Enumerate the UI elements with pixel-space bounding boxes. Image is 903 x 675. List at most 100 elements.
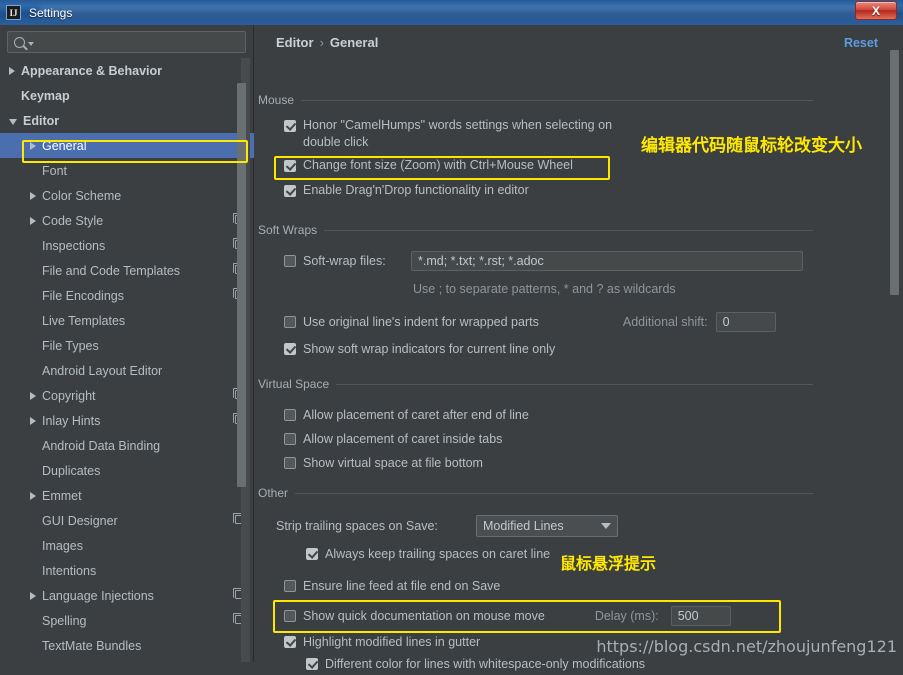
checkbox-soft-wrap-files[interactable] [284, 255, 296, 267]
search-input[interactable] [39, 35, 239, 49]
sidebar-item-label: File Types [42, 339, 99, 353]
sidebar-item-inlay-hints[interactable]: Inlay Hints [0, 408, 254, 433]
label-delay: Delay (ms): [595, 608, 659, 625]
row-caret-inside-tabs[interactable]: Allow placement of caret inside tabs [284, 427, 903, 451]
label-keep-trailing-caret: Always keep trailing spaces on caret lin… [325, 546, 550, 563]
chevron-right-icon[interactable] [30, 217, 36, 225]
row-ensure-line-feed[interactable]: Ensure line feed at file end on Save [276, 575, 903, 597]
checkbox-caret-after-eol[interactable] [284, 409, 296, 421]
sidebar-item-general[interactable]: General [0, 133, 254, 158]
divider [324, 230, 813, 231]
sidebar-item-label: Language Injections [42, 589, 154, 603]
row-use-original-indent[interactable]: Use original line's indent for wrapped p… [284, 310, 903, 334]
sidebar-item-android-data-binding[interactable]: Android Data Binding [0, 433, 254, 458]
chevron-right-icon[interactable] [30, 492, 36, 500]
checkbox-change-font-size[interactable] [284, 160, 296, 172]
chevron-right-icon[interactable] [30, 592, 36, 600]
row-quick-documentation[interactable]: Show quick documentation on mouse move D… [276, 603, 903, 629]
chevron-right-icon[interactable] [30, 392, 36, 400]
checkbox-keep-trailing-caret[interactable] [306, 548, 318, 560]
reset-button[interactable]: Reset [844, 36, 878, 50]
checkbox-row-change-font-size[interactable]: Change font size (Zoom) with Ctrl+Mouse … [284, 157, 903, 179]
settings-tree[interactable]: Appearance & Behavior Keymap EditorGeneral… [0, 58, 254, 662]
sidebar-item-label: Appearance & Behavior [21, 64, 162, 78]
soft-wrap-files-input[interactable] [411, 251, 803, 271]
divider [336, 384, 813, 385]
group-virtual-space-header: Virtual Space [254, 377, 903, 391]
search-box[interactable] [7, 31, 246, 53]
sidebar-item-images[interactable]: Images [0, 533, 254, 558]
group-soft-wraps: Soft Wraps Soft-wrap files: Use ; to sep… [254, 223, 903, 360]
strip-trailing-dropdown[interactable]: Modified Lines [476, 515, 618, 537]
row-strip-trailing[interactable]: Strip trailing spaces on Save: Modified … [276, 514, 903, 538]
row-caret-after-eol[interactable]: Allow placement of caret after end of li… [284, 403, 903, 427]
checkbox-virtual-space-bottom[interactable] [284, 457, 296, 469]
sidebar-scrollbar-track[interactable] [241, 58, 250, 662]
label-caret-after-eol: Allow placement of caret after end of li… [303, 407, 529, 424]
sidebar-item-language-injections[interactable]: Language Injections [0, 583, 254, 608]
row-show-soft-wrap-indicators[interactable]: Show soft wrap indicators for current li… [284, 338, 903, 360]
chevron-down-icon[interactable] [9, 119, 17, 125]
row-soft-wrap-files[interactable]: Soft-wrap files: [284, 249, 903, 273]
sidebar-item-emmet[interactable]: Emmet [0, 483, 254, 508]
delay-input[interactable] [671, 606, 731, 626]
chevron-right-icon[interactable] [30, 142, 36, 150]
titlebar-glass-highlight [40, 6, 870, 20]
sidebar-item-appearance-behavior[interactable]: Appearance & Behavior [0, 58, 254, 83]
sidebar-item-font[interactable]: Font [0, 158, 254, 183]
sidebar-item-label: Live Templates [42, 314, 125, 328]
additional-shift-input[interactable] [716, 312, 776, 332]
annotation-text-1: 编辑器代码随鼠标轮改变大小 [641, 131, 862, 156]
sidebar-item-color-scheme[interactable]: Color Scheme [0, 183, 254, 208]
checkbox-use-original-indent[interactable] [284, 316, 296, 328]
checkbox-row-drag-n-drop[interactable]: Enable Drag'n'Drop functionality in edit… [284, 182, 903, 204]
sidebar-item-copyright[interactable]: Copyright [0, 383, 254, 408]
sidebar-item-file-encodings[interactable]: File Encodings [0, 283, 254, 308]
label-change-font-size: Change font size (Zoom) with Ctrl+Mouse … [303, 157, 573, 174]
sidebar-item-duplicates[interactable]: Duplicates [0, 458, 254, 483]
label-honor-camelhumps: Honor "CamelHumps" words settings when s… [303, 117, 633, 151]
row-virtual-space-bottom[interactable]: Show virtual space at file bottom [284, 451, 903, 475]
checkbox-highlight-modified[interactable] [284, 636, 296, 648]
window-titlebar: IJ Settings X [0, 0, 903, 25]
checkbox-show-soft-wrap-indicators[interactable] [284, 343, 296, 355]
sidebar-item-live-templates[interactable]: Live Templates [0, 308, 254, 333]
breadcrumb-parent[interactable]: Editor [276, 35, 314, 50]
sidebar-item-textmate-bundles[interactable]: TextMate Bundles [0, 633, 254, 658]
label-ensure-line-feed: Ensure line feed at file end on Save [303, 578, 500, 595]
sidebar-item-file-types[interactable]: File Types [0, 333, 254, 358]
settings-dialog-body: Appearance & BehaviorKeymapEditorGeneral… [0, 25, 903, 662]
label-drag-n-drop: Enable Drag'n'Drop functionality in edit… [303, 182, 529, 199]
sidebar-item-label: Inlay Hints [42, 414, 100, 428]
search-icon [14, 37, 25, 48]
sidebar-item-inspections[interactable]: Inspections [0, 233, 254, 258]
chevron-right-icon[interactable] [30, 192, 36, 200]
close-icon[interactable]: X [855, 1, 897, 20]
chevron-right-icon[interactable] [9, 67, 15, 75]
checkbox-caret-inside-tabs[interactable] [284, 433, 296, 445]
checkbox-drag-n-drop[interactable] [284, 185, 296, 197]
group-other-title: Other [258, 486, 288, 500]
label-virtual-space-bottom: Show virtual space at file bottom [303, 455, 483, 472]
sidebar-item-code-style[interactable]: Code Style [0, 208, 254, 233]
main-scrollbar-track[interactable] [892, 25, 901, 662]
sidebar-item-spelling[interactable]: Spelling [0, 608, 254, 633]
sidebar-item-editor[interactable]: Editor [0, 108, 254, 133]
breadcrumb-separator: › [320, 35, 324, 50]
sidebar-item-label: Color Scheme [42, 189, 121, 203]
checkbox-ensure-line-feed[interactable] [284, 580, 296, 592]
checkbox-quick-documentation[interactable] [284, 610, 296, 622]
sidebar-item-file-and-code-templates[interactable]: File and Code Templates [0, 258, 254, 283]
checkbox-different-color[interactable] [306, 658, 318, 670]
checkbox-honor-camelhumps[interactable] [284, 120, 296, 132]
chevron-right-icon[interactable] [30, 417, 36, 425]
label-different-color: Different color for lines with whitespac… [325, 656, 645, 673]
sidebar-item-label: Keymap [21, 89, 70, 103]
sidebar-item-intentions[interactable]: Intentions [0, 558, 254, 583]
sidebar-item-gui-designer[interactable]: GUI Designer [0, 508, 254, 533]
sidebar-scrollbar-thumb[interactable] [237, 83, 246, 487]
sidebar-item-android-layout-editor[interactable]: Android Layout Editor [0, 358, 254, 383]
main-scrollbar-thumb[interactable] [890, 50, 899, 295]
sidebar-item-keymap[interactable]: Keymap [0, 83, 254, 108]
row-different-color[interactable]: Different color for lines with whitespac… [276, 653, 903, 675]
